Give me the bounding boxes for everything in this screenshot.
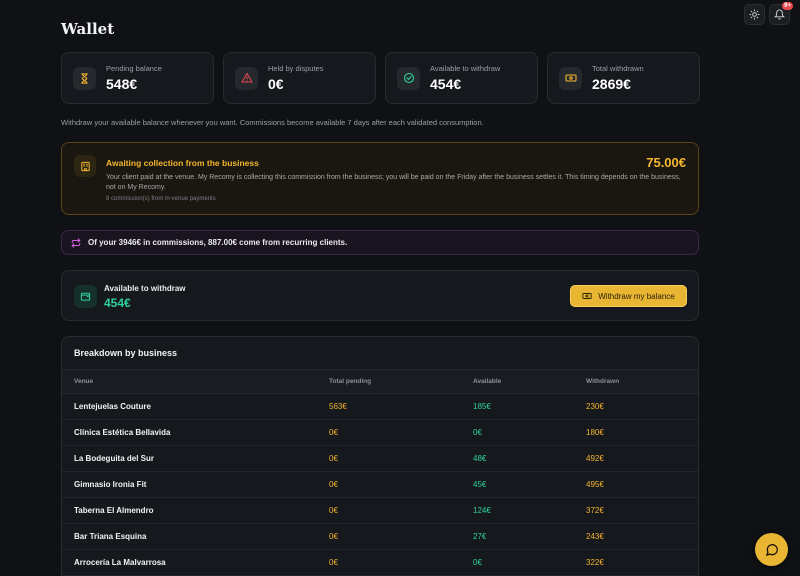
- stat-card-pending: Pending balance 548€: [61, 52, 214, 104]
- repeat-icon: [71, 237, 81, 248]
- venue-cell: Lentejuelas Couture: [74, 402, 151, 411]
- withdraw-label: Available to withdraw: [104, 284, 186, 293]
- table-header: Venue Total pending Available Withdrawn: [62, 370, 698, 394]
- venue-cell: La Bodeguita del Sur: [74, 454, 155, 463]
- stat-card-withdrawn: Total withdrawn 2869€: [547, 52, 700, 104]
- table-row: Lentejuelas Couture 563€ 185€ 230€: [62, 394, 698, 420]
- stat-label: Available to withdraw: [430, 64, 501, 73]
- table-row: Bar Triana Esquina 0€ 27€ 243€: [62, 524, 698, 550]
- table-row: La Bodeguita del Sur 0€ 48€ 492€: [62, 446, 698, 472]
- top-actions: 9+: [744, 2, 793, 25]
- recurring-text: Of your 3946€ in commissions, 887.00€ co…: [88, 238, 348, 247]
- pending-cell: 0€: [329, 558, 338, 567]
- withdrawn-cell: 372€: [586, 506, 604, 515]
- column-header: Withdrawn: [586, 378, 620, 385]
- venue-cell: Taberna El Almendro: [74, 506, 154, 515]
- banknote-icon: [559, 66, 582, 90]
- hourglass-icon: [73, 66, 96, 90]
- withdrawn-cell: 180€: [586, 428, 604, 437]
- withdrawn-cell: 322€: [586, 558, 604, 567]
- pending-cell: 0€: [329, 428, 338, 437]
- available-cell: 124€: [473, 506, 491, 515]
- banknote-icon: [582, 293, 592, 299]
- stat-value: 2869€: [592, 76, 631, 92]
- notifications-button[interactable]: 9+: [769, 2, 793, 25]
- stat-card-available: Available to withdraw 454€: [385, 52, 538, 104]
- available-cell: 185€: [473, 402, 491, 411]
- awaiting-note: 8 commission(s) from in-venue payments: [106, 196, 216, 202]
- available-cell: 0€: [473, 558, 482, 567]
- stat-value: 548€: [106, 76, 138, 92]
- venue-cell: Clínica Estética Bellavida: [74, 428, 171, 437]
- awaiting-amount: 75.00€: [646, 155, 686, 170]
- table-row: Arrocería La Malvarrosa 0€ 0€ 322€: [62, 550, 698, 576]
- withdrawn-cell: 230€: [586, 402, 604, 411]
- recurring-clients-banner: Of your 3946€ in commissions, 887.00€ co…: [61, 230, 699, 255]
- withdraw-button-label: Withdraw my balance: [598, 291, 675, 301]
- column-header: Venue: [74, 378, 94, 385]
- pending-cell: 0€: [329, 532, 338, 541]
- awaiting-description: Your client paid at the venue. My Recomy…: [106, 174, 681, 191]
- wallet-icon: [74, 285, 97, 308]
- pending-cell: 0€: [329, 480, 338, 489]
- column-header: Total pending: [329, 378, 372, 385]
- available-cell: 0€: [473, 428, 482, 437]
- available-cell: 27€: [473, 532, 487, 541]
- withdraw-panel: Available to withdraw 454€ Withdraw my b…: [61, 270, 699, 321]
- sun-icon: [749, 9, 760, 20]
- awaiting-title: Awaiting collection from the business: [106, 158, 259, 168]
- withdraw-amount: 454€: [104, 296, 131, 310]
- venue-cell: Bar Triana Esquina: [74, 532, 147, 541]
- venue-cell: Arrocería La Malvarrosa: [74, 558, 166, 567]
- stat-label: Total withdrawn: [592, 64, 644, 73]
- withdrawn-cell: 495€: [586, 480, 604, 489]
- check-circle-icon: [397, 66, 420, 90]
- intro-text: Withdraw your available balance whenever…: [61, 118, 484, 127]
- breakdown-table: Breakdown by business Venue Total pendin…: [61, 336, 699, 576]
- table-row: Clínica Estética Bellavida 0€ 0€ 180€: [62, 420, 698, 446]
- stat-label: Pending balance: [106, 64, 162, 73]
- available-cell: 45€: [473, 480, 487, 489]
- awaiting-collection-card: Awaiting collection from the business 75…: [61, 142, 699, 215]
- pending-cell: 0€: [329, 454, 338, 463]
- withdrawn-cell: 492€: [586, 454, 604, 463]
- stat-label: Held by disputes: [268, 64, 324, 73]
- column-header: Available: [473, 378, 502, 385]
- stat-card-disputes: Held by disputes 0€: [223, 52, 376, 104]
- bell-icon: [774, 9, 785, 20]
- theme-toggle-button[interactable]: [744, 4, 765, 25]
- venue-cell: Gimnasio Ironia Fit: [74, 480, 147, 489]
- pending-cell: 563€: [329, 402, 347, 411]
- available-cell: 48€: [473, 454, 487, 463]
- withdraw-balance-button[interactable]: Withdraw my balance: [570, 285, 687, 307]
- chat-bubble-icon: [765, 543, 778, 556]
- warning-triangle-icon: [235, 66, 258, 90]
- store-icon: [74, 155, 96, 177]
- chat-button[interactable]: [755, 533, 788, 566]
- table-row: Gimnasio Ironia Fit 0€ 45€ 495€: [62, 472, 698, 498]
- table-row: Taberna El Almendro 0€ 124€ 372€: [62, 498, 698, 524]
- breakdown-title: Breakdown by business: [62, 337, 698, 370]
- page-title: Wallet: [61, 20, 115, 38]
- stat-value: 0€: [268, 76, 284, 92]
- notification-count-badge: 9+: [782, 2, 793, 10]
- pending-cell: 0€: [329, 506, 338, 515]
- stat-value: 454€: [430, 76, 462, 92]
- withdrawn-cell: 243€: [586, 532, 604, 541]
- stats-row: Pending balance 548€ Held by disputes 0€…: [61, 52, 700, 104]
